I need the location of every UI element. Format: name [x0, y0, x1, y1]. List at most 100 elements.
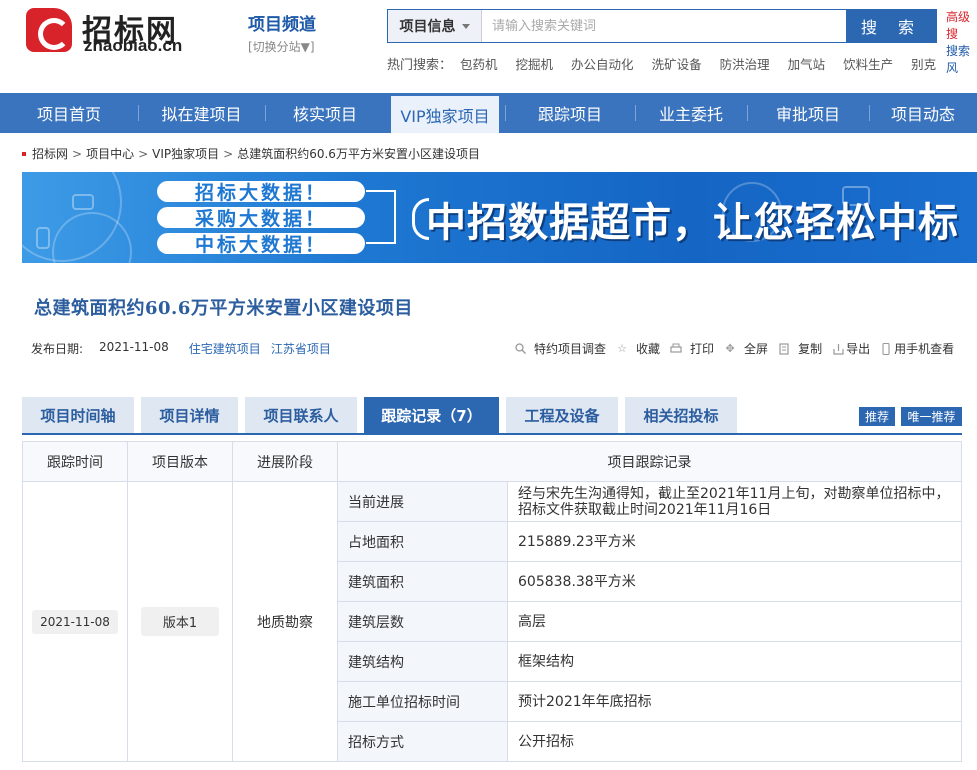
fullscreen-icon: ✥: [725, 342, 735, 355]
banner-headline: 中招数据超市，让您轻松中标: [412, 190, 959, 248]
copy-label: 复制: [798, 342, 823, 356]
logo-text-en: zhaobiao.cn: [84, 36, 183, 55]
detail-tabs: 项目时间轴 项目详情 项目联系人 跟踪记录（7） 工程及设备 相关招投标 推荐 …: [22, 397, 962, 435]
banner-device-icon: [72, 194, 94, 210]
page-title: 总建筑面积约60.6万平方米安置小区建设项目: [34, 298, 413, 319]
channel-switch-link[interactable]: [切换分站▼]: [248, 38, 316, 55]
nav-item-news[interactable]: 项目动态: [869, 93, 977, 133]
tab-timeline[interactable]: 项目时间轴: [22, 397, 134, 433]
publish-date: 2021-11-08: [99, 340, 169, 354]
project-meta: 发布日期: 2021-11-08 住宅建筑项目 江苏省项目: [31, 340, 341, 357]
export-label: 导出: [846, 342, 871, 356]
tab-contacts[interactable]: 项目联系人: [245, 397, 357, 433]
hot-search-link[interactable]: 包药机: [460, 54, 498, 73]
breadcrumb: 招标网 > 项目中心 > VIP独家项目 > 总建筑面积约60.6万平方米安置小…: [22, 145, 480, 162]
tag-link[interactable]: 江苏省项目: [271, 340, 331, 357]
nav-item-verified[interactable]: 核实项目: [265, 93, 385, 133]
hot-search-link[interactable]: 加气站: [788, 54, 826, 73]
record-label: 建筑面积: [337, 561, 508, 602]
nav-item-approval[interactable]: 审批项目: [747, 93, 869, 133]
record-value: 经与宋先生沟通得知，截止至2021年11月上旬，对勘察单位招标中，招标文件获取截…: [507, 481, 962, 522]
nav-item-tracking[interactable]: 跟踪项目: [505, 93, 635, 133]
column-header: 进展阶段: [232, 441, 338, 482]
date-label: 发布日期:: [31, 342, 84, 356]
tag-link[interactable]: 住宅建筑项目: [189, 340, 261, 357]
fullscreen-button[interactable]: ✥ 全屏: [724, 340, 768, 357]
logo-mark-icon: [26, 8, 72, 52]
channel-block: 项目频道 [切换分站▼]: [248, 10, 316, 55]
column-header: 项目版本: [127, 441, 233, 482]
breadcrumb-current[interactable]: 总建筑面积约60.6万平方米安置小区建设项目: [237, 145, 480, 162]
banner-phone-icon: [36, 227, 50, 249]
print-button[interactable]: 打印: [670, 340, 714, 357]
record-label: 当前进展: [337, 481, 508, 522]
record-label: 施工单位招标时间: [337, 681, 508, 722]
tab-tracking[interactable]: 跟踪记录（7）: [364, 397, 499, 433]
breadcrumb-separator: >: [223, 146, 234, 161]
record-value: 605838.38平方米: [507, 561, 962, 602]
nav-item-planned[interactable]: 拟在建项目: [138, 93, 265, 133]
hot-search-label: 热门搜索：: [387, 58, 453, 73]
tab-related-bids[interactable]: 相关招投标: [625, 397, 737, 433]
hot-search-link[interactable]: 洗矿设备: [652, 54, 702, 73]
main-nav: 项目首页 拟在建项目 核实项目 VIP独家项目 跟踪项目 业主委托 审批项目 项…: [0, 93, 977, 133]
record-label: 占地面积: [337, 521, 508, 562]
search-category-label: 项目信息: [399, 19, 456, 35]
hot-search-link[interactable]: 别克: [911, 54, 936, 73]
nav-item-home[interactable]: 项目首页: [0, 93, 138, 133]
promo-banner[interactable]: 招标大数据！ 采购大数据！ 中标大数据！ 中招数据超市，让您轻松中标: [22, 172, 977, 263]
favorite-label: 收藏: [636, 342, 661, 356]
tracking-time-cell: 2021-11-08: [22, 481, 128, 762]
mobile-view-label: 用手机查看: [894, 342, 955, 356]
tracking-time: 2021-11-08: [32, 609, 118, 634]
record-label: 建筑层数: [337, 601, 508, 642]
column-header: 项目跟踪记录: [337, 441, 962, 482]
record-label: 建筑结构: [337, 641, 508, 682]
version-cell: 版本1: [127, 481, 233, 762]
search-button[interactable]: 搜 索: [846, 9, 937, 43]
recommend-button[interactable]: 推荐: [859, 407, 895, 426]
table-header-row: 跟踪时间 项目版本 进展阶段 项目跟踪记录: [22, 441, 962, 482]
site-logo[interactable]: 招标网 zhaobiao.cn: [26, 8, 206, 56]
tab-details[interactable]: 项目详情: [141, 397, 238, 433]
hot-search-link[interactable]: 防洪治理: [720, 54, 770, 73]
banner-pill: 采购大数据！: [157, 207, 365, 230]
favorite-button[interactable]: ☆ 收藏: [616, 340, 660, 357]
print-icon: [670, 343, 682, 355]
print-label: 打印: [690, 342, 715, 356]
toolbar: 特约项目调查 ☆ 收藏 打印 ✥ 全屏 复制 导出 用手机查看: [514, 340, 954, 357]
copy-button[interactable]: 复制: [778, 340, 822, 357]
hot-search: 热门搜索： 包药机 挖掘机 办公自动化 洗矿设备 防洪治理 加气站 饮料生产 别…: [387, 54, 954, 73]
hot-search-link[interactable]: 挖掘机: [516, 54, 554, 73]
tab-equipment[interactable]: 工程及设备: [506, 397, 618, 433]
breadcrumb-separator: >: [72, 146, 83, 161]
nav-item-owner[interactable]: 业主委托: [635, 93, 747, 133]
breadcrumb-link[interactable]: 项目中心: [86, 145, 134, 162]
table-row: 2021-11-08 版本1 地质勘察 当前进展 经与宋先生沟通得知，截止至20…: [22, 481, 962, 762]
hot-search-link[interactable]: 饮料生产: [843, 54, 893, 73]
unique-recommend-button[interactable]: 唯一推荐: [901, 407, 962, 426]
stage-cell: 地质勘察: [232, 481, 338, 762]
record-value: 高层: [507, 601, 962, 642]
search-category-select[interactable]: 项目信息: [388, 10, 482, 42]
survey-button[interactable]: 特约项目调查: [514, 340, 606, 357]
record-label: 招标方式: [337, 721, 508, 762]
channel-title: 项目频道: [248, 15, 316, 35]
nav-item-vip[interactable]: VIP独家项目: [391, 96, 499, 133]
banner-bracket: [366, 190, 396, 244]
survey-label: 特约项目调查: [534, 342, 607, 356]
record-value: 预计2021年年底招标: [507, 681, 962, 722]
fullscreen-label: 全屏: [744, 342, 769, 356]
breadcrumb-link[interactable]: VIP独家项目: [152, 145, 219, 162]
breadcrumb-link[interactable]: 招标网: [32, 145, 68, 162]
copy-icon: [778, 342, 790, 355]
search-input[interactable]: [482, 10, 846, 42]
export-icon: [832, 343, 844, 355]
advanced-search-link[interactable]: 高级搜: [946, 9, 977, 43]
star-icon: ☆: [617, 342, 627, 355]
record-value: 公开招标: [507, 721, 962, 762]
mobile-view-button[interactable]: 用手机查看: [880, 340, 954, 357]
export-button[interactable]: 导出: [832, 340, 870, 357]
hot-search-link[interactable]: 办公自动化: [571, 54, 634, 73]
record-value: 215889.23平方米: [507, 521, 962, 562]
